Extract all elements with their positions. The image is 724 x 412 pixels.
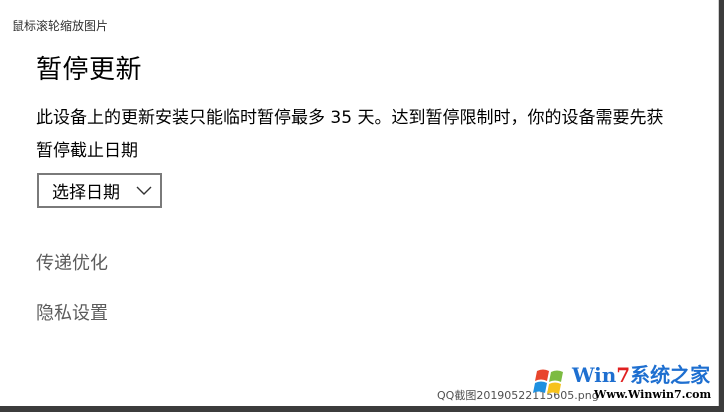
page-title: 暂停更新	[36, 55, 143, 85]
privacy-settings-link[interactable]: 隐私设置	[36, 299, 108, 325]
pause-description: 此设备上的更新安装只能临时暂停最多 35 天。达到暂停限制时，你的设备需要先获	[36, 108, 664, 128]
date-select-value: 选择日期	[52, 183, 120, 203]
watermark-url: Www.Winwin7.com	[594, 388, 712, 401]
watermark-brand: Win7系统之家	[572, 363, 711, 387]
pause-until-label: 暂停截止日期	[36, 141, 138, 161]
watermark-logo: Win7系统之家 Www.Winwin7.com	[532, 357, 718, 406]
pause-date-select[interactable]: 选择日期	[37, 173, 162, 208]
chevron-down-icon	[136, 186, 152, 195]
windows-flag-icon	[533, 369, 563, 394]
settings-window: 鼠标滚轮缩放图片 暂停更新 此设备上的更新安装只能临时暂停最多 35 天。达到暂…	[0, 0, 719, 406]
window-title: 鼠标滚轮缩放图片	[12, 19, 109, 33]
delivery-optimization-link[interactable]: 传递优化	[36, 249, 108, 275]
